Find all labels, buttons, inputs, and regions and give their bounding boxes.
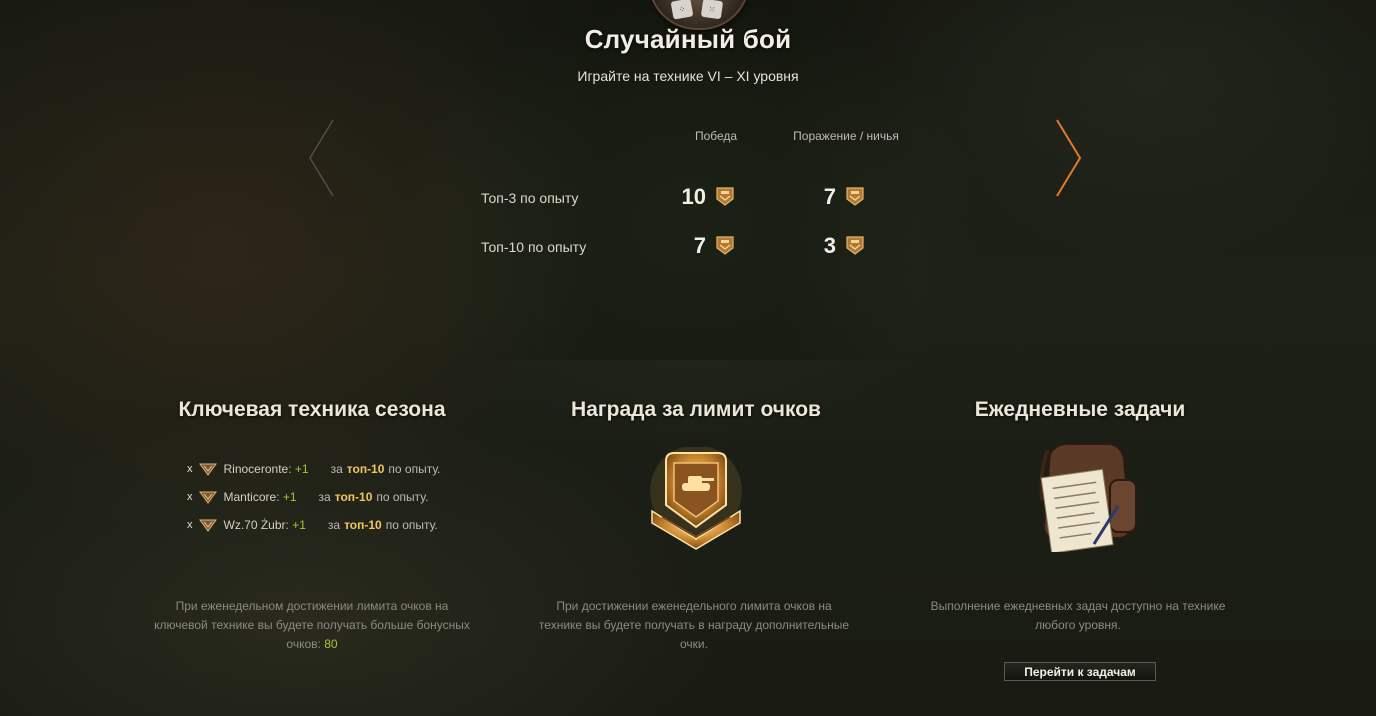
- bonus-value: +1: [294, 462, 309, 476]
- battle-points-icon: [846, 236, 864, 255]
- tank-class-icon: [198, 491, 217, 504]
- top-rank: топ-10: [334, 490, 373, 504]
- row-top10-label: Топ-10 по опыту: [481, 239, 587, 255]
- multiplier-sign: x: [187, 519, 193, 531]
- go-to-tasks-button[interactable]: Перейти к задачам: [1004, 662, 1156, 681]
- tank-name: Manticore: [223, 490, 277, 504]
- die-left: ⁘: [670, 0, 694, 20]
- daily-tasks-title: Ежедневные задачи: [974, 398, 1186, 421]
- za-text: за: [318, 490, 331, 504]
- limit-reward-description: При достижении еженедельного лимита очко…: [538, 599, 850, 651]
- row-top3-win-value: 10: [681, 184, 706, 209]
- tank-name: Rinoceronte: [223, 462, 289, 476]
- key-vehicles-description: При еженедельном достижении лимита очков…: [152, 597, 472, 654]
- bonus-points-value: 80: [324, 637, 338, 651]
- suffix-text: по опыту.: [388, 462, 441, 476]
- tank-class-icon: [198, 519, 217, 532]
- limit-reward-title: Награда за лимит очков: [571, 398, 821, 421]
- tank-name: Wz.70 Żubr: [223, 518, 286, 532]
- column-win-header: Победа: [694, 129, 738, 143]
- key-vehicle-item: x Wz.70 Żubr: +1 за топ-10 по опыту.: [187, 518, 438, 532]
- za-text: за: [327, 518, 341, 532]
- daily-tasks-description: Выполнение ежедневных задач доступно на …: [930, 599, 1226, 632]
- tank-medal-icon: [650, 447, 742, 550]
- bonus-value: +1: [292, 518, 306, 532]
- suffix-text: по опыту.: [376, 490, 429, 504]
- suffix-text: по опыту.: [385, 518, 438, 532]
- task-case-icon: [1039, 442, 1137, 552]
- za-text: за: [330, 462, 343, 476]
- mode-title: Случайный бой: [584, 24, 792, 54]
- top-rank: топ-10: [344, 518, 382, 532]
- battle-points-icon: [716, 187, 734, 206]
- key-vehicles-description-text: При еженедельном достижении лимита очков…: [154, 599, 470, 651]
- row-top3-lose-value: 7: [823, 184, 836, 209]
- key-vehicle-item: x Manticore: +1 за топ-10 по опыту.: [187, 490, 429, 504]
- row-top10-win-value: 7: [693, 233, 706, 258]
- die-right: ⁙: [700, 0, 724, 20]
- battle-points-icon: [846, 187, 864, 206]
- battle-points-icon: [716, 236, 734, 255]
- chevron-left-icon[interactable]: [306, 118, 336, 198]
- bonus-value: +1: [282, 490, 297, 504]
- chevron-right-icon[interactable]: [1054, 118, 1084, 198]
- tank-class-icon: [198, 463, 217, 476]
- column-lose-header: Поражение / ничья: [793, 129, 899, 143]
- multiplier-sign: x: [187, 463, 193, 475]
- row-top10-lose-value: 3: [823, 233, 836, 258]
- multiplier-sign: x: [187, 491, 193, 503]
- key-vehicle-item: x Rinoceronte: +1 за топ-10 по опыту.: [187, 462, 441, 476]
- top-rank: топ-10: [346, 462, 385, 476]
- mode-subtitle: Играйте на технике VI – XI уровня: [577, 68, 799, 84]
- row-top3-label: Топ-3 по опыту: [481, 190, 579, 206]
- key-vehicles-title: Ключевая техника сезона: [178, 398, 446, 421]
